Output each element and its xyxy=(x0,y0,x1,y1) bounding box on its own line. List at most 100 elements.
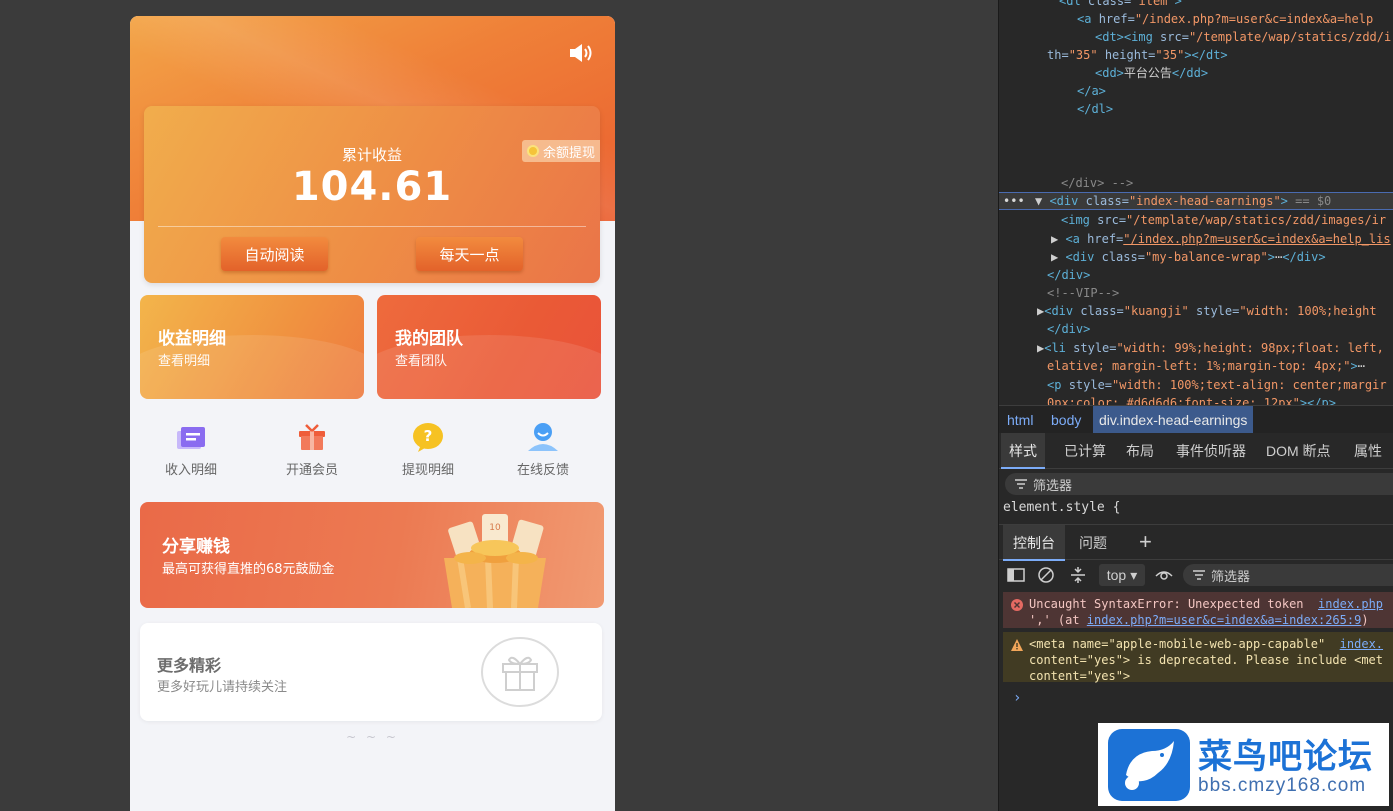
tab-event-listeners[interactable]: 事件侦听器 xyxy=(1168,433,1254,469)
dom-node-line[interactable]: <dl class="item"> xyxy=(1059,0,1182,10)
watermark-title: 菜鸟吧论坛 xyxy=(1198,737,1373,777)
add-tab-icon[interactable]: + xyxy=(1139,525,1152,561)
auto-read-button[interactable]: 自动阅读 xyxy=(221,237,328,271)
withdraw-button[interactable]: 余额提现 xyxy=(521,140,600,162)
document-icon xyxy=(177,427,205,449)
quick-link-withdraw-detail[interactable]: ? 提现明细 xyxy=(373,421,483,478)
breadcrumb-div[interactable]: div.index-head-earnings xyxy=(1093,406,1254,434)
tab-properties[interactable]: 属性 xyxy=(1346,433,1390,469)
error-location-link[interactable]: index.php?m=user&c=index&a=index:265:9 xyxy=(1087,613,1362,627)
coin-icon xyxy=(526,145,539,157)
daily-button[interactable]: 每天一点 xyxy=(416,237,523,271)
earnings-detail-tile[interactable]: 收益明细 查看明细 xyxy=(140,295,364,399)
dom-node-line[interactable]: <p style="width: 100%;text-align: center… xyxy=(1047,376,1387,394)
dom-node-line[interactable]: </div> xyxy=(1047,266,1090,284)
styles-filter-input[interactable]: 筛选器 xyxy=(1005,473,1393,495)
watermark-url: bbs.cmzy168.com xyxy=(1198,775,1367,796)
filter-icon xyxy=(1015,479,1027,489)
error-source-link[interactable]: index.php xyxy=(1318,597,1383,611)
chevron-down-icon: ▾ xyxy=(1130,566,1138,583)
dom-node-line[interactable]: ▶<li style="width: 99%;height: 98px;floa… xyxy=(1037,339,1384,357)
console-toolbar: top ▾ 筛选器 xyxy=(999,561,1393,589)
dom-node-line[interactable]: <dd>平台公告</dd> xyxy=(1095,64,1208,82)
tab-layout[interactable]: 布局 xyxy=(1118,433,1162,469)
warning-text: <meta name="apple-mobile-web-app-capable… xyxy=(1029,637,1326,651)
dom-node-line[interactable]: </a> xyxy=(1077,82,1106,100)
node-menu-icon[interactable]: ••• xyxy=(1003,192,1025,210)
mobile-app-viewport: 累计收益 104.61 余额提现 自动阅读 每天一点 收益明细 查看明细 我的团… xyxy=(130,16,615,811)
divider xyxy=(158,226,586,227)
context-value: top xyxy=(1106,567,1127,583)
warning-text-2: content="yes"> is deprecated. Please inc… xyxy=(1029,653,1384,667)
error-text-3: ) xyxy=(1361,613,1369,627)
clear-console-icon[interactable] xyxy=(1037,566,1055,584)
gift-outline-icon xyxy=(481,637,559,707)
dom-node-line[interactable]: ▶ <div class="my-balance-wrap">⋯</div> xyxy=(1051,248,1326,266)
more-section[interactable]: 更多精彩 更多好玩儿请持续关注 xyxy=(140,623,602,721)
console-prompt[interactable]: › xyxy=(1013,690,1021,706)
dom-node-line[interactable]: ▶<div class="kuangji" style="width: 100%… xyxy=(1037,302,1377,320)
tile-title: 收益明细 xyxy=(158,329,226,349)
tab-issues[interactable]: 问题 xyxy=(1069,525,1117,561)
tab-styles[interactable]: 样式 xyxy=(1001,433,1045,469)
context-select[interactable]: top ▾ xyxy=(1099,564,1145,586)
share-subtitle: 最高可获得直推的68元鼓励金 xyxy=(162,562,335,577)
quick-link-feedback[interactable]: 在线反馈 xyxy=(488,421,598,478)
console-filter-placeholder: 筛选器 xyxy=(1211,568,1251,584)
quick-link-vip[interactable]: 开通会员 xyxy=(257,421,367,478)
share-title: 分享赚钱 xyxy=(162,537,230,557)
eye-icon[interactable] xyxy=(1155,566,1173,584)
more-title: 更多精彩 xyxy=(157,656,222,675)
dom-node-line[interactable]: </div> --> xyxy=(1061,174,1133,192)
collapse-icon[interactable] xyxy=(1069,566,1087,584)
footer-mark: ~ ~ ~ xyxy=(346,730,399,744)
earnings-card: 累计收益 104.61 余额提现 自动阅读 每天一点 xyxy=(144,106,600,283)
bird-logo-icon xyxy=(1108,729,1190,801)
devtools-panel: <dl class="item"> <a href="/index.php?m=u… xyxy=(998,0,1393,811)
tab-dom-breakpoints[interactable]: DOM 断点 xyxy=(1258,433,1339,469)
dom-node-line[interactable]: 0px;color: #d6d6d6;font-size: 12px"></p> xyxy=(1047,394,1336,405)
share-banner[interactable]: 分享赚钱 最高可获得直推的68元鼓励金 10 xyxy=(140,502,604,608)
dom-node-line[interactable]: <dt><img src="/template/wap/statics/zdd/… xyxy=(1095,28,1391,46)
elements-tree[interactable]: <dl class="item"> <a href="/index.php?m=u… xyxy=(999,0,1393,405)
filter-icon xyxy=(1193,570,1205,580)
tile-subtitle: 查看团队 xyxy=(395,354,448,369)
filter-placeholder: 筛选器 xyxy=(1033,477,1073,493)
dom-node-line[interactable]: <!--VIP--> xyxy=(1047,284,1119,302)
dom-node-line[interactable]: th="35" height="35"></dt> xyxy=(1047,46,1228,64)
dom-node-line[interactable]: <img src="/template/wap/statics/zdd/imag… xyxy=(1061,211,1386,229)
money-bag-illustration: 10 xyxy=(444,514,546,608)
dom-node-line[interactable]: ▼ <div class="index-head-earnings"> == $… xyxy=(1035,192,1331,210)
console-warning-message: <meta name="apple-mobile-web-app-capable… xyxy=(1003,632,1393,683)
breadcrumb-html[interactable]: html xyxy=(1001,406,1039,434)
sidebar-toggle-icon[interactable] xyxy=(1007,566,1025,584)
speaker-icon[interactable] xyxy=(568,42,596,64)
dom-node-line[interactable]: ▶ <a href="/index.php?m=user&c=index&a=h… xyxy=(1051,230,1391,248)
tile-title: 我的团队 xyxy=(395,329,463,349)
dom-node-line[interactable]: </dl> xyxy=(1077,100,1113,118)
warning-icon xyxy=(1011,639,1023,651)
user-icon xyxy=(528,423,558,451)
error-icon xyxy=(1011,599,1023,611)
styles-tabbar: 样式 已计算 布局 事件侦听器 DOM 断点 属性 xyxy=(999,433,1393,469)
my-team-tile[interactable]: 我的团队 查看团队 xyxy=(377,295,601,399)
dom-node-line[interactable]: <a href="/index.php?m=user&c=index&a=hel… xyxy=(1077,10,1373,28)
withdraw-label: 余额提现 xyxy=(542,145,595,161)
tab-computed[interactable]: 已计算 xyxy=(1056,433,1114,469)
forum-watermark: 菜鸟吧论坛 bbs.cmzy168.com xyxy=(1098,723,1389,806)
ticket-label: 10 xyxy=(489,523,501,533)
warning-source-link[interactable]: index. xyxy=(1340,637,1383,651)
breadcrumb-body[interactable]: body xyxy=(1045,406,1087,434)
svg-text:?: ? xyxy=(424,427,433,445)
warning-text-3: content="yes"> xyxy=(1029,669,1131,683)
dom-node-line[interactable]: </div> xyxy=(1047,320,1090,338)
console-filter-input[interactable]: 筛选器 xyxy=(1183,564,1393,586)
error-text: Uncaught SyntaxError: Unexpected token xyxy=(1029,597,1304,611)
quick-link-income[interactable]: 收入明细 xyxy=(136,421,246,478)
dom-node-line[interactable]: elative; margin-left: 1%;margin-top: 4px… xyxy=(1047,357,1365,375)
element-style-rule[interactable]: element.style { xyxy=(1003,500,1120,515)
console-tabbar: 控制台 问题 + xyxy=(999,524,1393,561)
tab-console[interactable]: 控制台 xyxy=(1003,525,1065,561)
tile-subtitle: 查看明细 xyxy=(158,354,211,369)
quick-link-label: 开通会员 xyxy=(285,463,338,478)
